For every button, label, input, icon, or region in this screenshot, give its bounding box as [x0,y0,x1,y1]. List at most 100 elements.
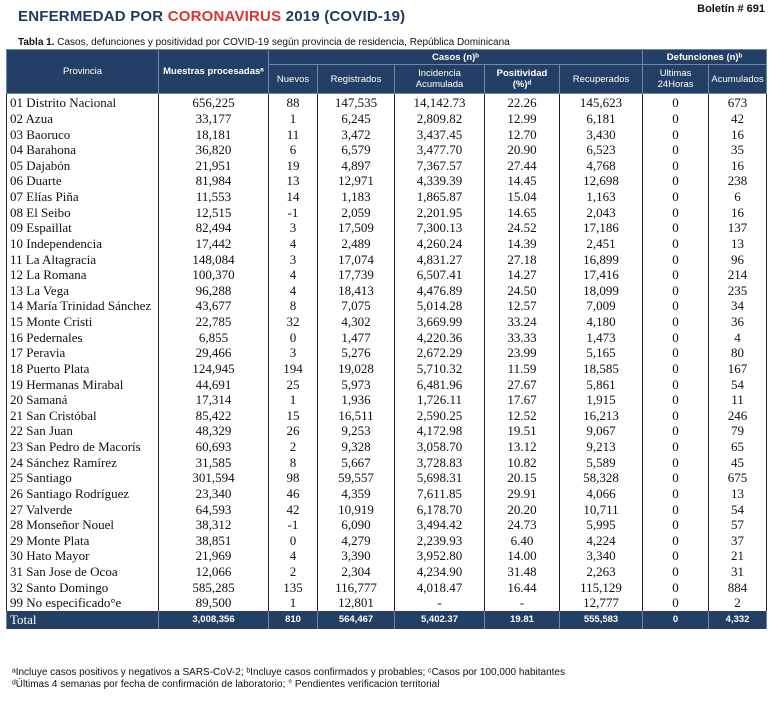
table-cell: 18,413 [317,282,395,299]
table-cell: 4,831.27 [394,251,485,267]
table-cell: - [484,595,560,611]
footnotes: ᵃIncluye casos positivos y negativos a S… [12,667,565,691]
table-cell: 44,691 [158,376,269,392]
title-prefix: ENFERMEDAD POR [18,8,168,25]
table-row: 16 Pedernales 6,855 0 1,477 4,220.36 33.33 1,4… [6,329,768,345]
table-cell: 2,304 [317,563,395,580]
table-cell: 0 [642,188,710,205]
province-name: 11 La Altagracia [6,251,159,267]
table-cell: 2,672.29 [394,345,485,361]
table-cell: 7,300.13 [394,220,485,236]
table-row: 21 San Cristóbal 85,422 15 16,511 2,590.25 12… [6,407,768,424]
table-cell: 0 [642,173,710,189]
table-cell: 58,328 [558,470,644,486]
table-cell: 12.99 [484,110,560,127]
province-name: 12 La Romana [6,266,159,283]
table-row: 14 María Trinidad Sánchez 43,677 8 7,075 5,0… [6,298,768,314]
total-cell: 555,583 [558,610,644,629]
table-cell: 2 [268,563,318,580]
table-cell: 0 [642,470,710,486]
title-suffix: 2019 (COVID-19) [281,8,406,25]
table-cell: 33,177 [158,110,269,127]
table-cell: 6,855 [158,329,269,345]
table-cell: 17.67 [484,391,560,408]
table-cell: 2,043 [558,204,644,220]
caption-label: Tabla 1. [18,37,55,48]
table-row: 28 Monseñor Nouel 38,312 -1 6,090 3,494.42 24… [6,516,768,533]
table-cell: 23.99 [484,345,560,361]
table-cell: 1 [268,391,318,408]
table-row: 20 Samaná 17,314 1 1,936 1,726.11 17.67 1,915 0… [6,391,768,408]
table-cell: 235 [708,282,768,299]
table-row: 17 Peravia 29,466 3 5,276 2,672.29 23.99 5,165… [6,345,768,361]
header-casos-group: Casos (n)ᵇ [267,49,644,65]
table-cell: -1 [268,204,318,220]
table-row: 15 Monte Cristi 22,785 32 4,302 3,669.99 33.2… [6,313,768,330]
province-name: 19 Hermanas Mirabal [6,376,159,392]
table-cell: 17,416 [558,266,644,283]
table-cell: 10,711 [558,501,644,517]
table-cell: 14.45 [484,173,560,189]
table-cell: 0 [642,93,710,111]
table-cell: 2 [268,438,318,455]
table-row: 07 Elías Piña 11,553 14 1,183 1,865.87 15.04 1… [6,188,768,205]
table-cell: 8 [268,454,318,470]
table-row: 05 Dajabón 21,951 19 4,897 7,367.57 27.44 4,76… [6,157,768,174]
table-cell: 11,553 [158,188,269,205]
table-cell: 0 [642,391,710,408]
table-cell: 0 [268,329,318,345]
table-cell: 35 [708,141,768,158]
table-cell: 17,509 [317,220,395,236]
table-cell: 0 [642,157,710,174]
table-cell: 16,511 [317,407,395,424]
header-acumulados: Acumulados [708,64,768,94]
table-cell: 1,183 [317,188,395,205]
table-cell: 3,340 [558,548,644,564]
table-cell: 17,186 [558,220,644,236]
table-cell: 675 [708,470,768,486]
table-cell: 27.44 [484,157,560,174]
table-cell: 4,180 [558,313,644,330]
table-cell: 2,263 [558,563,644,580]
table-cell: 5,276 [317,345,395,361]
table-cell: 4,359 [317,485,395,502]
total-cell: 19.81 [484,610,560,629]
table-row: 18 Puerto Plata 124,945 194 19,028 5,710.32 1… [6,360,768,377]
table-cell: 7,367.57 [394,157,485,174]
header-registrados: Registrados [317,64,395,94]
table-cell: 1,915 [558,391,644,408]
province-name: 16 Pedernales [6,329,159,345]
header-provincia: Provincia [6,49,159,94]
province-name: 27 Valverde [6,501,159,517]
province-name: 99 No especificado°e [6,595,159,611]
table-cell: 17,314 [158,391,269,408]
header-positividad: Positividad (%)ᵈ [484,64,560,94]
table-cell: 20.90 [484,141,560,158]
table-cell: 5,667 [317,454,395,470]
table-cell: 0 [642,501,710,517]
table-cell: 6,090 [317,516,395,533]
table-cell: 0 [642,454,710,470]
table-cell: 5,861 [558,376,644,392]
table-row: 04 Barahona 36,820 6 6,579 3,477.70 20.90 6,52… [6,141,768,158]
table-cell: 64,593 [158,501,269,517]
table-cell: 2,809.82 [394,110,485,127]
table-cell: 1,726.11 [394,391,485,408]
table-cell: 214 [708,266,768,283]
table-cell: 4,234.90 [394,563,485,580]
table-cell: 17,442 [158,235,269,252]
table-cell: 0 [642,563,710,580]
table-cell: 0 [642,313,710,330]
table-body: 01 Distrito Nacional 656,225 88 147,535 14,1… [6,93,768,611]
table-cell: 29,466 [158,345,269,361]
table-row: 23 San Pedro de Macorís 60,693 2 9,328 3,058… [6,438,768,455]
province-name: 29 Monte Plata [6,532,159,549]
table-cell: 31,585 [158,454,269,470]
table-cell: 11 [708,391,768,408]
table-row: 02 Azua 33,177 1 6,245 2,809.82 12.99 6,181 0 42 [6,110,768,127]
table-cell: 167 [708,360,768,377]
footnote-line: ᵈÚltimas 4 semanas por fecha de confirma… [12,679,440,690]
province-name: 08 El Seibo [6,204,159,220]
province-name: 32 Santo Domingo [6,579,159,595]
table-cell: 5,995 [558,516,644,533]
